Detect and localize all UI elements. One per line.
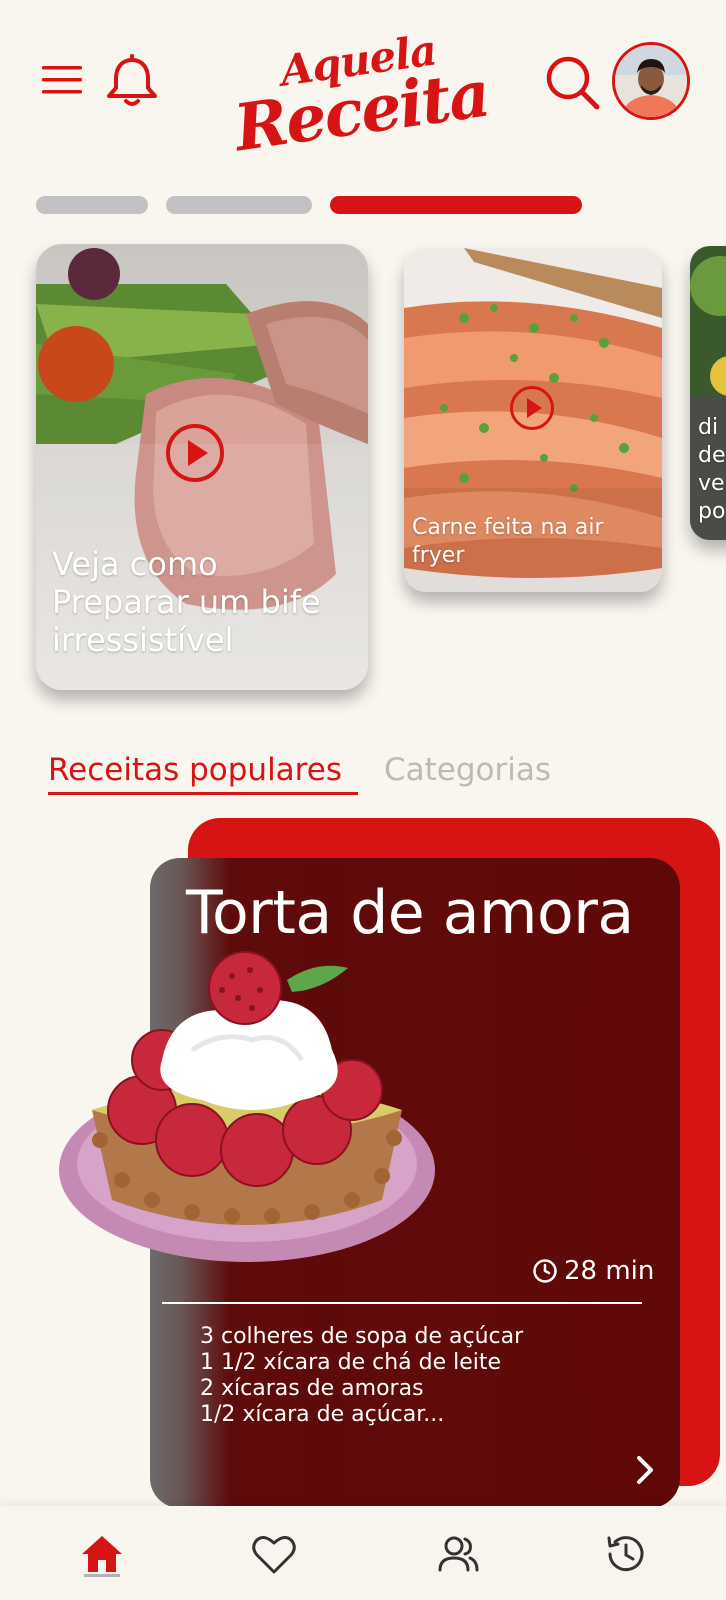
story-caption-line: Preparar um bife — [52, 582, 321, 621]
user-avatar[interactable] — [612, 42, 690, 120]
recipe-time-value: 28 min — [564, 1256, 655, 1286]
logo-line-2: Receita — [230, 56, 493, 167]
tab-underline — [48, 792, 358, 795]
story-caption: Carne feita na air fryer — [412, 514, 662, 570]
search-icon[interactable] — [544, 54, 602, 112]
home-icon — [82, 1536, 122, 1577]
story-caption: di de ve po — [698, 414, 726, 526]
story-caption: Veja como Preparar um bife irressistível — [52, 545, 368, 659]
ingredient-item: 1/2 xícara de açúcar... — [200, 1402, 445, 1427]
tab-receitas-populares[interactable]: Receitas populares — [48, 752, 358, 795]
bottom-navigation: home favorites community history — [0, 1506, 726, 1600]
story-caption-line: fryer — [412, 543, 465, 568]
story-card-2[interactable]: Carne feita na air fryer — [404, 248, 662, 592]
tab-label: Categorias — [384, 752, 552, 788]
story-card-3[interactable]: di de ve po — [690, 246, 726, 540]
ingredient-item: 3 colheres de sopa de açúcar — [200, 1324, 524, 1349]
story-progress-segment-2 — [166, 196, 312, 214]
ingredients-list: 3 colheres de sopa de açúcar 1 1/2 xícar… — [200, 1324, 523, 1428]
story-progress-segment-1 — [36, 196, 148, 214]
nav-community[interactable]: community — [432, 1528, 484, 1580]
story-progress-segment-3 — [330, 196, 582, 214]
story-caption-line: Carne feita na air — [412, 515, 604, 540]
story-caption-line: di — [698, 415, 719, 440]
story-caption-line: po — [698, 499, 726, 524]
story-caption-line: de — [698, 443, 726, 468]
history-icon — [607, 1536, 644, 1572]
nav-history[interactable]: history — [600, 1528, 652, 1580]
story-caption-line: irressistível — [52, 620, 234, 659]
ingredient-item: 1 1/2 xícara de chá de leite — [200, 1350, 502, 1375]
clock-icon — [533, 1259, 557, 1283]
nav-favorites[interactable]: favorites — [248, 1528, 300, 1580]
bell-icon[interactable] — [104, 54, 160, 110]
hamburger-menu-icon[interactable] — [40, 62, 84, 98]
story-card-1[interactable]: Veja como Preparar um bife irressistível — [36, 244, 368, 690]
chevron-right-icon[interactable] — [630, 1450, 660, 1490]
ingredient-item: 2 xícaras de amoras — [200, 1376, 424, 1401]
recipe-title: Torta de amora — [186, 878, 634, 948]
story-caption-line: Veja como — [52, 545, 218, 583]
heart-icon — [252, 1536, 296, 1574]
raspberry-tart-image — [59, 951, 435, 1262]
users-icon — [438, 1536, 479, 1572]
play-icon[interactable] — [166, 424, 224, 482]
recipe-divider — [162, 1302, 642, 1304]
story-caption-line: ve — [698, 471, 725, 496]
recipe-time: 28 min — [532, 1256, 654, 1286]
app-logo: Aquela Receita — [230, 25, 500, 166]
tab-categorias[interactable]: Categorias — [384, 752, 551, 788]
nav-home[interactable]: home — [76, 1528, 128, 1580]
tab-label: Receitas populares — [48, 752, 342, 788]
play-icon[interactable] — [510, 386, 554, 430]
avatar-photo — [615, 45, 687, 117]
